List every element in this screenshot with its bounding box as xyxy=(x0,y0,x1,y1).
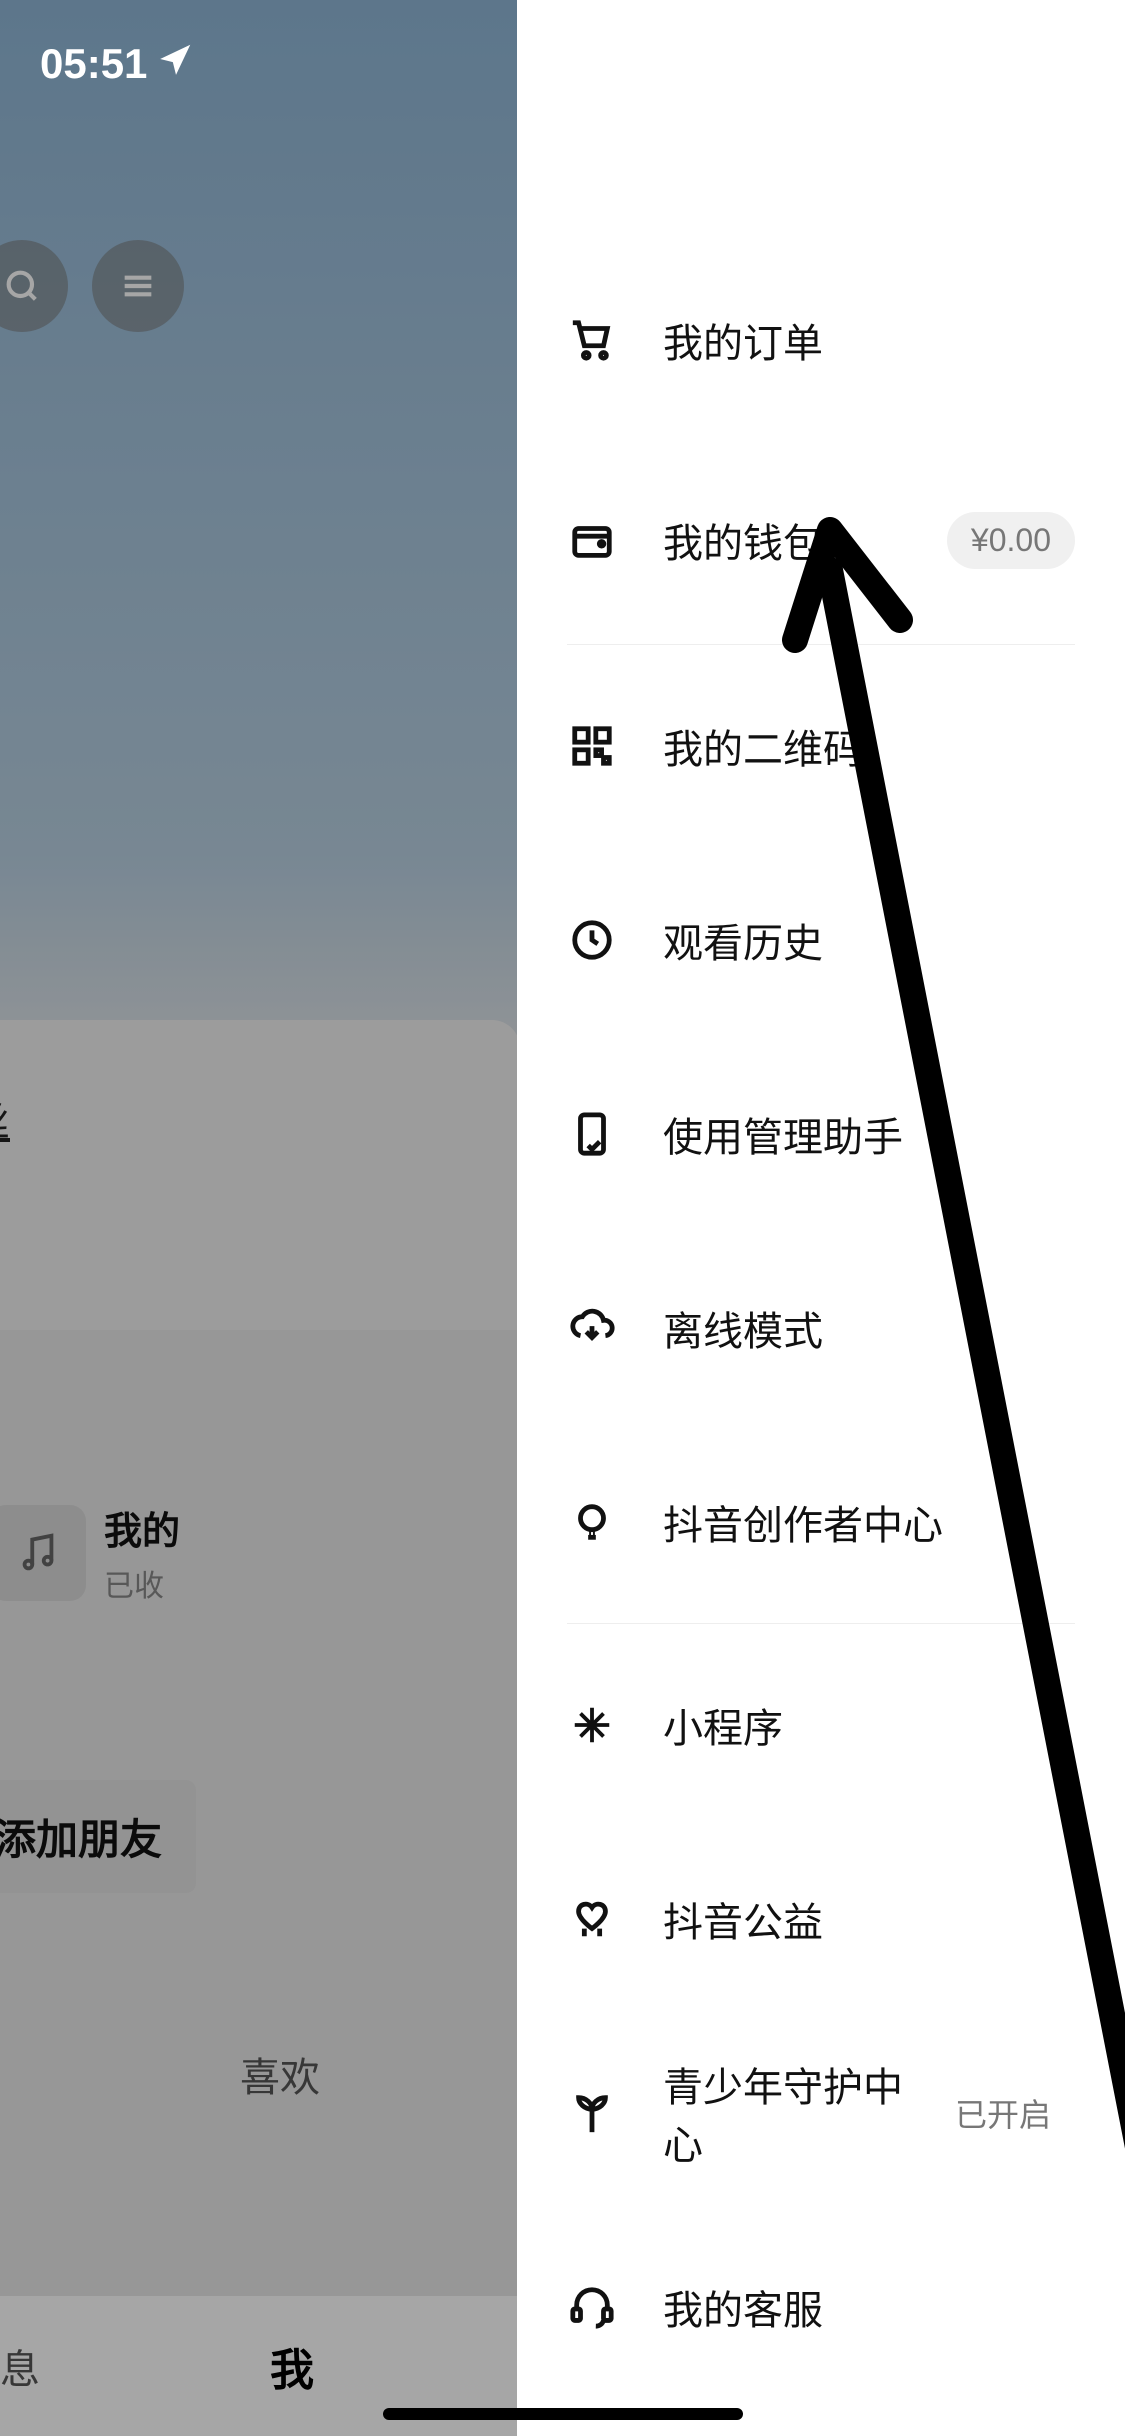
menu-item-miniprogram[interactable]: 小程序 xyxy=(567,1628,1075,1822)
menu-label: 离线模式 xyxy=(663,1299,1075,1357)
divider xyxy=(567,644,1075,645)
menu-label: 我的客服 xyxy=(663,2278,1075,2336)
menu-item-offline[interactable]: 离线模式 xyxy=(567,1231,1075,1425)
qrcode-icon xyxy=(567,721,617,771)
menu-item-history[interactable]: 观看历史 xyxy=(567,843,1075,1037)
menu-item-wallet[interactable]: 我的钱包 ¥0.00 xyxy=(567,440,1075,640)
status-time: 05:51 xyxy=(40,40,147,88)
menu-item-support[interactable]: 我的客服 xyxy=(567,2210,1075,2404)
menu-item-orders[interactable]: 我的订单 xyxy=(567,240,1075,440)
menu-label: 抖音公益 xyxy=(663,1890,1075,1948)
sprout-icon xyxy=(567,2088,617,2138)
status-bar: 05:51 xyxy=(40,40,195,88)
menu-item-qrcode[interactable]: 我的二维码 xyxy=(567,649,1075,843)
cloud-download-icon xyxy=(567,1303,617,1353)
menu-label: 观看历史 xyxy=(663,911,1075,969)
lightbulb-icon xyxy=(567,1497,617,1547)
clock-icon xyxy=(567,915,617,965)
phone-check-icon xyxy=(567,1109,617,1159)
menu-item-creator-center[interactable]: 抖音创作者中心 xyxy=(567,1425,1075,1619)
menu-label: 我的订单 xyxy=(663,311,1075,369)
cart-icon xyxy=(567,315,617,365)
home-indicator xyxy=(383,2408,743,2420)
headset-icon xyxy=(567,2282,617,2332)
heart-hands-icon xyxy=(567,1894,617,1944)
menu-label: 我的钱包 xyxy=(663,511,947,569)
menu-label: 青少年守护中心 xyxy=(663,2055,931,2171)
side-drawer: 我的订单 我的钱包 ¥0.00 我的二维码 观看历史 使用管理助手 离线模式 xyxy=(517,0,1125,2436)
wallet-icon xyxy=(567,515,617,565)
menu-item-youth-protection[interactable]: 青少年守护中心 已开启 xyxy=(567,2016,1075,2210)
youth-status-badge: 已开启 xyxy=(931,2080,1075,2146)
menu-item-charity[interactable]: 抖音公益 xyxy=(567,1822,1075,2016)
menu-label: 使用管理助手 xyxy=(663,1105,1075,1163)
spark-icon xyxy=(567,1700,617,1750)
wallet-balance-badge: ¥0.00 xyxy=(947,512,1075,569)
menu-item-assistant[interactable]: 使用管理助手 xyxy=(567,1037,1075,1231)
menu-label: 抖音创作者中心 xyxy=(663,1493,1075,1551)
menu-label: 我的二维码 xyxy=(663,717,1075,775)
menu-label: 小程序 xyxy=(663,1696,1075,1754)
divider xyxy=(567,1623,1075,1624)
location-icon xyxy=(157,40,195,88)
